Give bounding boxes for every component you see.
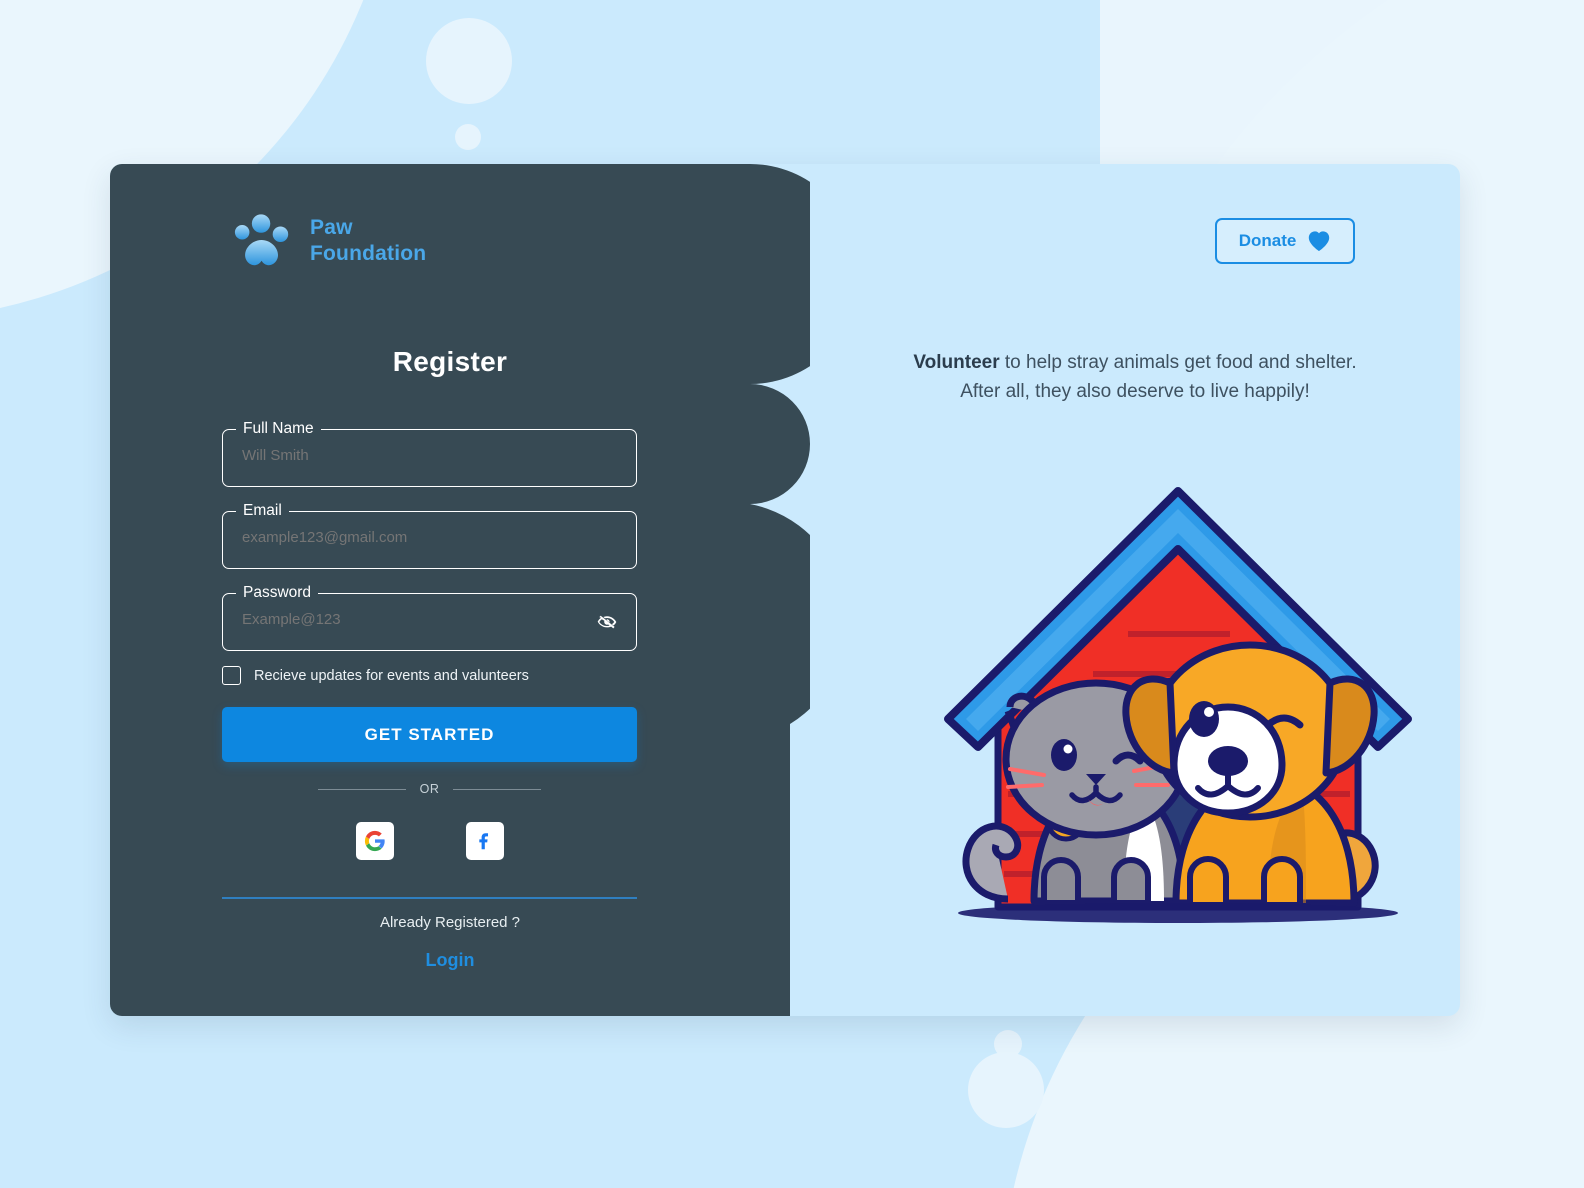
or-divider-line-left [317, 788, 406, 790]
brand-name: Paw Foundation [310, 215, 426, 268]
social-login-row [222, 822, 637, 860]
email-input[interactable] [242, 529, 582, 546]
updates-checkbox[interactable] [222, 666, 241, 685]
full-name-field[interactable]: Full Name [222, 419, 637, 487]
tagline: Volunteer to help stray animals get food… [840, 349, 1430, 406]
footer-divider [222, 897, 637, 899]
auth-card: Paw Foundation Register Full Name Email … [110, 164, 1460, 1016]
background-circle-large-top [426, 18, 512, 104]
background-circle-large-bottom [968, 1052, 1044, 1128]
password-field[interactable]: Password [222, 583, 637, 651]
full-name-input[interactable] [242, 447, 582, 464]
password-input[interactable] [242, 611, 582, 628]
email-label: Email [236, 501, 289, 521]
updates-checkbox-label: Recieve updates for events and valunteer… [254, 667, 529, 684]
donate-button[interactable]: Donate [1215, 218, 1355, 264]
google-icon [364, 830, 385, 852]
heart-icon [1309, 231, 1330, 251]
brand-logo: Paw Foundation [232, 210, 426, 272]
get-started-button[interactable]: GET STARTED [222, 707, 637, 762]
updates-checkbox-row[interactable]: Recieve updates for events and valunteer… [222, 666, 529, 685]
tagline-bold: Volunteer [913, 352, 1000, 373]
cat-and-dog-in-doghouse-illustration [944, 487, 1412, 923]
page-title: Register [392, 346, 508, 377]
eye-slash-icon[interactable] [595, 610, 619, 634]
email-field[interactable]: Email [222, 501, 637, 569]
background-circle-small-bottom [994, 1030, 1022, 1058]
brand-name-line2: Foundation [310, 242, 427, 265]
facebook-signup-button[interactable] [465, 822, 504, 860]
donate-button-label: Donate [1238, 231, 1297, 250]
google-signup-button[interactable] [355, 822, 394, 860]
login-link[interactable]: Login [110, 950, 790, 971]
full-name-label: Full Name [236, 419, 321, 439]
or-divider: OR [222, 782, 637, 796]
tagline-line2: After all, they also deserve to live hap… [960, 380, 1310, 402]
password-label: Password [236, 583, 319, 603]
background-circle-small-top [455, 124, 481, 150]
tagline-rest: to help stray animals get food and shelt… [999, 352, 1357, 373]
paw-icon [234, 214, 289, 266]
tagline-line1: Volunteer to help stray animals get food… [913, 352, 1356, 373]
facebook-icon [478, 833, 488, 850]
info-panel: Donate Volunteer to help stray animals g… [810, 164, 1460, 1016]
already-registered-text: Already Registered ? [379, 914, 521, 931]
brand-name-line1: Paw [310, 215, 353, 239]
or-divider-line-right [453, 788, 542, 790]
or-divider-label: OR [419, 782, 440, 796]
